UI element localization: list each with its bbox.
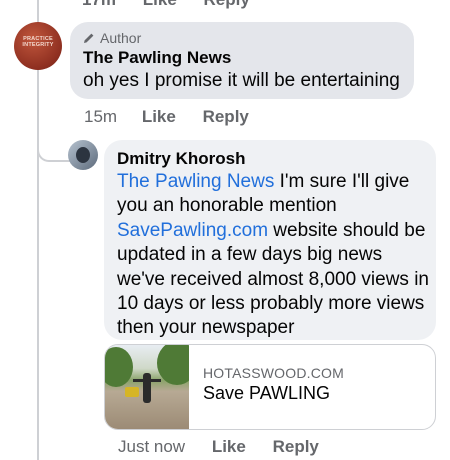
avatar-stamp-text: PRACTICE INTEGRITY: [22, 36, 54, 48]
person-shape: [143, 373, 151, 403]
reply-actions: Just now Like Reply: [118, 437, 341, 457]
tree-shape: [157, 345, 189, 385]
comment-actions: 15m Like Reply: [84, 107, 271, 127]
previous-reply-button[interactable]: Reply: [204, 0, 250, 9]
like-button[interactable]: Like: [142, 107, 176, 126]
link-preview-domain: HOTASSWOOD.COM: [203, 365, 344, 381]
comment-time[interactable]: 15m: [84, 107, 117, 126]
author-badge: Author: [83, 30, 141, 46]
excavator-shape: [125, 387, 139, 397]
reply-branch-line: [37, 140, 71, 162]
reply-bubble: Dmitry Khorosh The Pawling News I'm sure…: [104, 140, 436, 340]
author-badge-label: Author: [100, 30, 142, 46]
reply-text: The Pawling News I'm sure I'll give you …: [117, 170, 431, 341]
reply-reply-button[interactable]: Reply: [273, 437, 319, 456]
commenter-name[interactable]: The Pawling News: [83, 48, 231, 68]
mention-link[interactable]: The Pawling News: [117, 171, 274, 192]
reply-avatar[interactable]: [68, 140, 98, 170]
previous-time: 17m: [82, 0, 116, 9]
previous-like-button[interactable]: Like: [143, 0, 177, 9]
author-avatar[interactable]: PRACTICE INTEGRITY: [14, 22, 62, 70]
reply-time[interactable]: Just now: [118, 437, 185, 456]
avatar-silhouette: [76, 147, 90, 163]
website-link[interactable]: SavePawling.com: [117, 220, 268, 241]
tree-shape: [105, 347, 133, 387]
link-preview-card[interactable]: HOTASSWOOD.COM Save PAWLING: [104, 344, 436, 430]
previous-comment-actions: 17m Like Reply: [82, 0, 272, 10]
reply-commenter-name[interactable]: Dmitry Khorosh: [117, 149, 245, 169]
link-preview-title: Save PAWLING: [203, 383, 331, 403]
link-preview-thumbnail: [105, 345, 189, 429]
comment-text: oh yes I promise it will be entertaining: [83, 70, 400, 91]
reply-button[interactable]: Reply: [203, 107, 249, 126]
pencil-icon: [84, 33, 94, 43]
reply-like-button[interactable]: Like: [212, 437, 246, 456]
comment-bubble-author: Author The Pawling News oh yes I promise…: [70, 22, 414, 99]
